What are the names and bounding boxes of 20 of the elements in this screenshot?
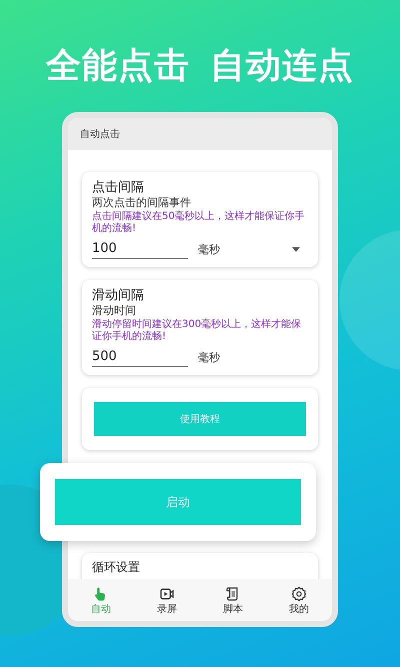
input-field[interactable]: 100	[92, 240, 188, 259]
nav-tab[interactable]: 录屏	[147, 586, 187, 614]
setting-hint: 点击间隔建议在50毫秒以上，这样才能保证你手机的流畅!	[92, 211, 306, 235]
dropdown-icon[interactable]	[292, 247, 300, 252]
video-camera-icon	[159, 586, 175, 602]
setting-title: 点击间隔	[92, 180, 145, 196]
app-title: 自动点击	[80, 128, 120, 141]
setting-subtitle: 滑动时间	[92, 304, 137, 318]
setting-subtitle: 两次点击的间隔事件	[92, 196, 192, 210]
setting-title: 滑动间隔	[92, 288, 145, 304]
loop-title: 循环设置	[92, 559, 141, 576]
unit-label: 毫秒	[198, 350, 220, 365]
nav-tab[interactable]: 脚本	[213, 586, 253, 614]
headline-text: 全能点击	[46, 45, 190, 88]
nav-tab[interactable]: 我的	[279, 586, 319, 614]
input-field[interactable]: 500	[92, 348, 188, 367]
unit-label: 毫秒	[198, 242, 220, 257]
setting-hint: 滑动停留时间建议在300毫秒以上，这样才能保证你手机的流畅!	[92, 319, 302, 343]
settings-icon	[291, 586, 307, 602]
headline-text: 自动连点	[210, 45, 354, 88]
